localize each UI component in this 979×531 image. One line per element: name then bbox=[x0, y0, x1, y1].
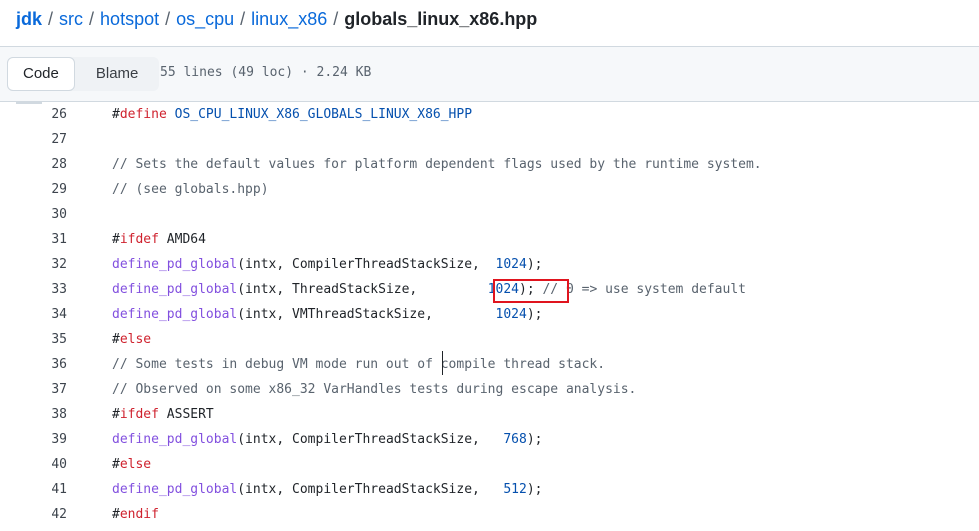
line-number[interactable]: 31 bbox=[0, 227, 67, 252]
code-text: define_pd_global(intx, CompilerThreadSta… bbox=[112, 482, 543, 497]
line-number[interactable]: 41 bbox=[0, 477, 67, 502]
breadcrumb-separator: / bbox=[48, 9, 54, 29]
code-line: 28 // Sets the default values for platfor… bbox=[0, 152, 979, 177]
breadcrumb-separator: / bbox=[89, 9, 95, 29]
code-text: #define OS_CPU_LINUX_X86_GLOBALS_LINUX_X… bbox=[112, 107, 473, 122]
code-line: 42 #endif bbox=[0, 502, 979, 527]
code-line: 39 define_pd_global(intx, CompilerThreadS… bbox=[0, 427, 979, 452]
breadcrumb: jdk / src / hotspot / os_cpu / linux_x86/globals… bbox=[16, 6, 537, 32]
code-text: define_pd_global(intx, ThreadStackSize, … bbox=[112, 282, 746, 297]
view-mode-toggle: Code Blame bbox=[7, 57, 160, 91]
line-number[interactable]: 27 bbox=[0, 127, 67, 152]
code-text: define_pd_global(intx, VMThreadStackSize… bbox=[112, 307, 543, 322]
code-line: 40 #else bbox=[0, 452, 979, 477]
code-button[interactable]: Code bbox=[7, 57, 75, 91]
breadcrumb-link-linux-x86[interactable]: linux_x86 bbox=[251, 9, 327, 29]
code-text: // Sets the default values for platform … bbox=[112, 157, 762, 172]
code-line: 26 #define OS_CPU_LINUX_X86_GLOBALS_LINUX… bbox=[0, 102, 979, 127]
code-view[interactable]: 26 #define OS_CPU_LINUX_X86_GLOBALS_LINUX… bbox=[0, 102, 979, 531]
file-toolbar: Code Blame 55 lines (49 loc) · 2.24 KB bbox=[0, 46, 979, 102]
code-line: 33 define_pd_global(intx, ThreadStackSize… bbox=[0, 277, 979, 302]
line-number[interactable]: 39 bbox=[0, 427, 67, 452]
line-number[interactable]: 35 bbox=[0, 327, 67, 352]
breadcrumb-link-hotspot[interactable]: hotspot bbox=[100, 9, 159, 29]
line-number[interactable]: 36 bbox=[0, 352, 67, 377]
file-info: 55 lines (49 loc) · 2.24 KB bbox=[160, 65, 372, 80]
code-line: 27 bbox=[0, 127, 979, 152]
code-text: #ifdef AMD64 bbox=[112, 232, 206, 247]
line-number[interactable]: 26 bbox=[0, 102, 67, 127]
line-number[interactable]: 34 bbox=[0, 302, 67, 327]
code-line: 29 // (see globals.hpp) bbox=[0, 177, 979, 202]
breadcrumb-link-jdk[interactable]: jdk bbox=[16, 9, 42, 29]
code-text: #ifdef ASSERT bbox=[112, 407, 214, 422]
code-line: 34 define_pd_global(intx, VMThreadStackSi… bbox=[0, 302, 979, 327]
code-text: define_pd_global(intx, CompilerThreadSta… bbox=[112, 432, 543, 447]
code-text: #endif bbox=[112, 507, 159, 522]
text-cursor bbox=[442, 351, 443, 375]
code-text: #else bbox=[112, 332, 152, 347]
code-line: 41 define_pd_global(intx, CompilerThreadS… bbox=[0, 477, 979, 502]
breadcrumb-separator: / bbox=[333, 9, 339, 29]
code-text: // (see globals.hpp) bbox=[112, 182, 269, 197]
code-line: 35 #else bbox=[0, 327, 979, 352]
code-text: // Observed on some x86_32 VarHandles te… bbox=[112, 382, 637, 397]
line-number[interactable]: 29 bbox=[0, 177, 67, 202]
breadcrumb-link-os-cpu[interactable]: os_cpu bbox=[176, 9, 234, 29]
code-text: define_pd_global(intx, CompilerThreadSta… bbox=[112, 257, 543, 272]
code-line: 31 #ifdef AMD64 bbox=[0, 227, 979, 252]
line-number[interactable]: 40 bbox=[0, 452, 67, 477]
line-number[interactable]: 28 bbox=[0, 152, 67, 177]
code-line: 36 // Some tests in debug VM mode run out… bbox=[0, 352, 979, 377]
line-number[interactable]: 30 bbox=[0, 202, 67, 227]
breadcrumb-current-file: globals_linux_x86.hpp bbox=[344, 9, 538, 29]
line-number[interactable]: 42 bbox=[0, 502, 67, 527]
code-text: // Some tests in debug VM mode run out o… bbox=[112, 357, 606, 372]
blame-button[interactable]: Blame bbox=[75, 57, 160, 91]
line-number[interactable]: 33 bbox=[0, 277, 67, 302]
code-text: #else bbox=[112, 457, 152, 472]
code-line: 32 define_pd_global(intx, CompilerThreadS… bbox=[0, 252, 979, 277]
breadcrumb-separator: / bbox=[165, 9, 171, 29]
line-number[interactable]: 32 bbox=[0, 252, 67, 277]
line-number[interactable]: 37 bbox=[0, 377, 67, 402]
code-line: 37 // Observed on some x86_32 VarHandles … bbox=[0, 377, 979, 402]
breadcrumb-link-src[interactable]: src bbox=[59, 9, 83, 29]
breadcrumb-separator: / bbox=[240, 9, 246, 29]
code-line: 38 #ifdef ASSERT bbox=[0, 402, 979, 427]
line-number[interactable]: 38 bbox=[0, 402, 67, 427]
code-line: 30 bbox=[0, 202, 979, 227]
